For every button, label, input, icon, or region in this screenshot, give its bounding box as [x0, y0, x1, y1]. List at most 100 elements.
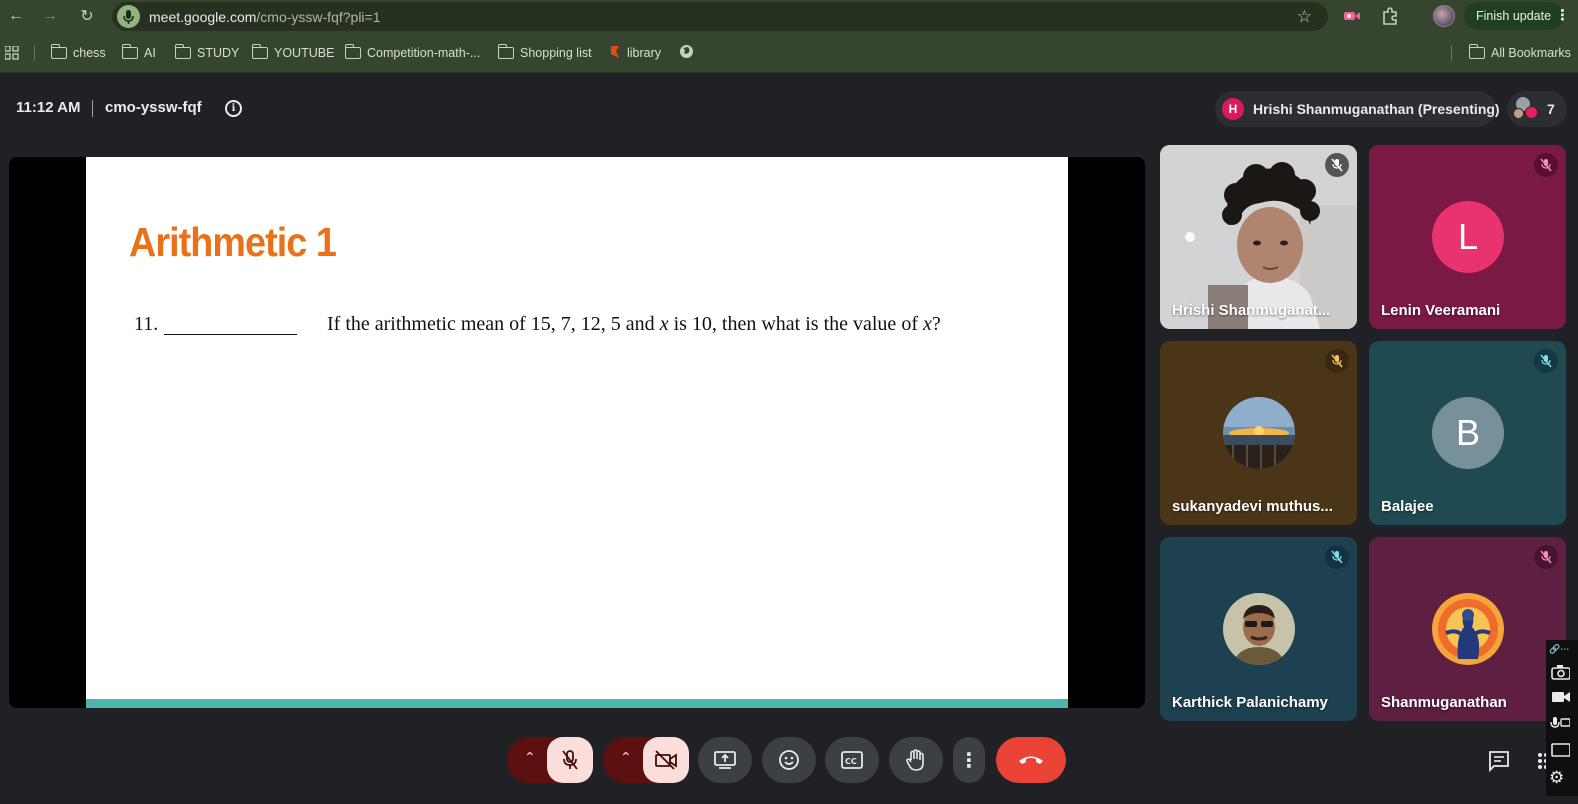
participants-button[interactable]: 7 — [1507, 91, 1567, 127]
screen-record-extension-icon[interactable] — [1342, 6, 1362, 26]
participant-name: Hrishi Shanmuganat... — [1172, 302, 1331, 319]
library-favicon-icon — [609, 45, 621, 62]
slide-title: Arithmetic 1 — [129, 219, 337, 265]
question-part: ? — [931, 313, 941, 335]
camera-off-icon — [655, 750, 677, 770]
participant-tile[interactable]: sukanyadevi muthus... — [1160, 341, 1357, 525]
bookmarks-divider — [34, 45, 35, 61]
question-part: is 10, then what is the value of — [668, 313, 923, 335]
participant-tile-video[interactable]: Hrishi Shanmuganat... — [1160, 145, 1357, 329]
emoji-reactions-button[interactable] — [762, 737, 816, 783]
address-bar[interactable]: meet.google.com/cmo-yssw-fqf?pli=1 ☆ — [112, 2, 1328, 31]
participant-name: Balajee — [1381, 498, 1434, 515]
meeting-info-icon[interactable]: i — [225, 100, 242, 117]
finish-update-button[interactable]: Finish update — [1464, 2, 1564, 30]
camera-control-group: ⌃ — [603, 737, 690, 783]
bookmark-label: Shopping list — [520, 46, 592, 60]
participant-avatar: B — [1432, 397, 1504, 469]
participant-avatar: L — [1432, 201, 1504, 273]
meeting-code: cmo-yssw-fqf — [105, 99, 202, 116]
url-text: meet.google.com/cmo-yssw-fqf?pli=1 — [149, 9, 381, 25]
bookmark-youtube[interactable]: YOUTUBE — [251, 44, 335, 62]
answer-blank — [164, 334, 297, 335]
bookmark-star-icon[interactable]: ☆ — [1297, 7, 1312, 27]
folder-icon — [251, 44, 268, 59]
slide-footer-bar — [86, 699, 1068, 708]
extensions-puzzle-icon[interactable] — [1380, 6, 1400, 26]
reload-icon[interactable]: ↻ — [76, 5, 98, 27]
folder-icon — [121, 44, 138, 59]
bookmarks-divider — [1451, 45, 1452, 61]
bookmark-ai[interactable]: AI — [121, 44, 156, 62]
bookmark-competition-math[interactable]: Competition-math-... — [344, 44, 481, 62]
question-variable: x — [659, 313, 669, 335]
mic-off-icon — [1325, 153, 1349, 177]
participant-tile[interactable]: Karthick Palanichamy — [1160, 537, 1357, 721]
microphone-site-icon[interactable] — [117, 5, 140, 28]
participant-photo-avatar — [1223, 593, 1295, 665]
participant-count: 7 — [1547, 101, 1555, 117]
folder-icon — [1468, 44, 1485, 59]
captions-icon: CC — [841, 751, 863, 769]
browser-toolbar: ← → ↻ meet.google.com/cmo-yssw-fqf?pli=1… — [0, 0, 1578, 33]
mic-off-icon — [1534, 545, 1558, 569]
participant-name: sukanyadevi muthus... — [1172, 498, 1333, 515]
settings-gear-icon[interactable]: ⚙ — [1549, 768, 1564, 788]
participant-mini-avatar — [1513, 108, 1524, 119]
question-number: 11. — [134, 313, 159, 335]
more-options-button[interactable]: ⋮ — [953, 737, 985, 783]
participant-tile[interactable]: Shanmuganathan — [1369, 537, 1566, 721]
chevron-up-icon[interactable]: ⌃ — [620, 749, 632, 766]
bookmark-label: AI — [144, 46, 156, 60]
bookmark-shopping-list[interactable]: Shopping list — [497, 44, 592, 62]
camera-toggle-button[interactable] — [643, 737, 689, 783]
mic-off-icon — [1534, 153, 1558, 177]
folder-icon — [344, 44, 361, 59]
all-bookmarks-label: All Bookmarks — [1491, 46, 1571, 60]
mic-off-icon — [1325, 545, 1349, 569]
header-divider — [92, 100, 93, 117]
bookmark-label: YOUTUBE — [274, 46, 335, 60]
leave-call-button[interactable] — [996, 737, 1066, 783]
participant-name: Shanmuganathan — [1381, 694, 1507, 711]
folder-icon — [50, 44, 67, 59]
back-arrow-icon[interactable]: ← — [5, 5, 27, 27]
question-variable: x — [922, 313, 932, 335]
participant-tile[interactable]: B Balajee — [1369, 341, 1566, 525]
bookmark-label: library — [627, 46, 662, 60]
voice-comment-icon[interactable] — [1550, 716, 1571, 737]
question-part: If the arithmetic mean of 15, 7, 12, 5 a… — [327, 313, 660, 335]
captions-button[interactable]: CC — [825, 737, 879, 783]
camera-snapshot-icon[interactable] — [1550, 664, 1571, 685]
svg-text:CC: CC — [845, 757, 857, 766]
link-icon[interactable]: 🔗⋯ — [1549, 644, 1569, 655]
raise-hand-icon — [906, 749, 924, 771]
bookmarks-bar: chess AI STUDY YOUTUBE Competition-math-… — [0, 33, 1578, 73]
screen-capture-icon[interactable] — [1550, 742, 1571, 763]
forward-arrow-icon[interactable]: → — [39, 5, 61, 27]
chevron-up-icon[interactable]: ⌃ — [524, 749, 536, 766]
video-record-icon[interactable] — [1550, 690, 1570, 709]
participant-mini-avatar — [1525, 106, 1538, 119]
mic-off-icon — [1534, 349, 1558, 373]
bookmark-chess[interactable]: chess — [50, 44, 106, 62]
bookmark-library[interactable]: library — [609, 44, 661, 62]
microphone-toggle-button[interactable] — [547, 737, 593, 783]
participant-photo-avatar — [1432, 593, 1504, 665]
mic-off-icon — [1325, 349, 1349, 373]
url-host: meet.google.com — [149, 9, 257, 25]
presenter-chip[interactable]: H Hrishi Shanmuganathan (Presenting) — [1215, 91, 1500, 127]
browser-menu-icon[interactable]: ⋮ — [1555, 6, 1570, 24]
profile-avatar[interactable] — [1433, 5, 1455, 27]
emoji-icon — [779, 750, 799, 770]
present-screen-button[interactable] — [698, 737, 752, 783]
chat-icon[interactable] — [1488, 750, 1510, 777]
bookmark-label: Competition-math-... — [367, 46, 481, 60]
participant-tile[interactable]: L Lenin Veeramani — [1369, 145, 1566, 329]
bookmark-globe[interactable] — [679, 44, 694, 62]
apps-grid-icon[interactable] — [4, 45, 19, 60]
question-text: If the arithmetic mean of 15, 7, 12, 5 a… — [327, 313, 941, 336]
raise-hand-button[interactable] — [889, 737, 943, 783]
all-bookmarks[interactable]: All Bookmarks — [1468, 44, 1571, 62]
bookmark-study[interactable]: STUDY — [174, 44, 239, 62]
